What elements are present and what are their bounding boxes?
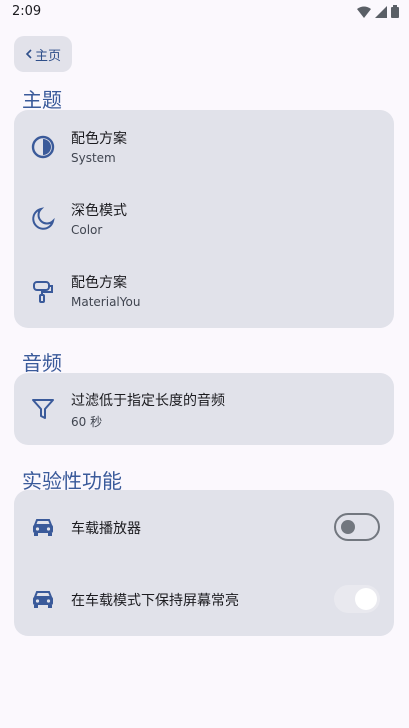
- back-button[interactable]: 主页: [14, 36, 72, 72]
- keep-screen-on-switch: [334, 585, 380, 613]
- contrast-icon: [30, 134, 56, 160]
- wifi-icon: [357, 6, 371, 18]
- row-subtitle: 60 秒: [71, 415, 103, 429]
- paint-roller-icon: [30, 278, 56, 304]
- list-item-color-palette[interactable]: 配色方案 MaterialYou: [14, 256, 394, 326]
- list-item-color-scheme[interactable]: 配色方案 System: [14, 112, 394, 182]
- row-subtitle: MaterialYou: [71, 295, 141, 309]
- list-item-keep-screen-on[interactable]: 在车载模式下保持屏幕常亮: [14, 564, 394, 634]
- row-title: 车载播放器: [71, 521, 141, 537]
- row-title: 配色方案: [71, 275, 127, 291]
- dark-mode-icon: [30, 206, 56, 232]
- row-title: 过滤低于指定长度的音频: [71, 393, 225, 409]
- status-icons: [357, 5, 399, 18]
- car-icon: [30, 586, 56, 612]
- back-label: 主页: [34, 48, 61, 64]
- theme-card: 配色方案 System 深色模式 Color 配色方案 MaterialYou: [14, 110, 394, 328]
- status-time: 2:09: [12, 4, 42, 19]
- chevron-left-icon: [25, 49, 32, 59]
- status-bar: 2:09: [0, 0, 409, 24]
- list-item-dark-mode[interactable]: 深色模式 Color: [14, 184, 394, 254]
- row-subtitle: Color: [71, 223, 103, 237]
- car-player-switch[interactable]: [334, 513, 380, 541]
- audio-card: 过滤低于指定长度的音频 60 秒: [14, 373, 394, 445]
- row-subtitle: System: [71, 151, 116, 165]
- switch-knob: [355, 588, 377, 610]
- car-icon: [30, 514, 56, 540]
- list-item-car-player[interactable]: 车载播放器: [14, 492, 394, 562]
- row-title: 深色模式: [71, 203, 127, 219]
- filter-icon: [30, 396, 56, 422]
- row-title: 在车载模式下保持屏幕常亮: [71, 593, 239, 609]
- signal-icon: [375, 5, 387, 18]
- battery-icon: [391, 5, 399, 18]
- list-item-audio-filter[interactable]: 过滤低于指定长度的音频 60 秒: [14, 374, 394, 444]
- section-title-theme: 主题: [22, 88, 62, 112]
- section-title-audio: 音频: [22, 351, 62, 375]
- row-title: 配色方案: [71, 131, 127, 147]
- switch-knob: [341, 520, 355, 534]
- experimental-card: 车载播放器 在车载模式下保持屏幕常亮: [14, 490, 394, 636]
